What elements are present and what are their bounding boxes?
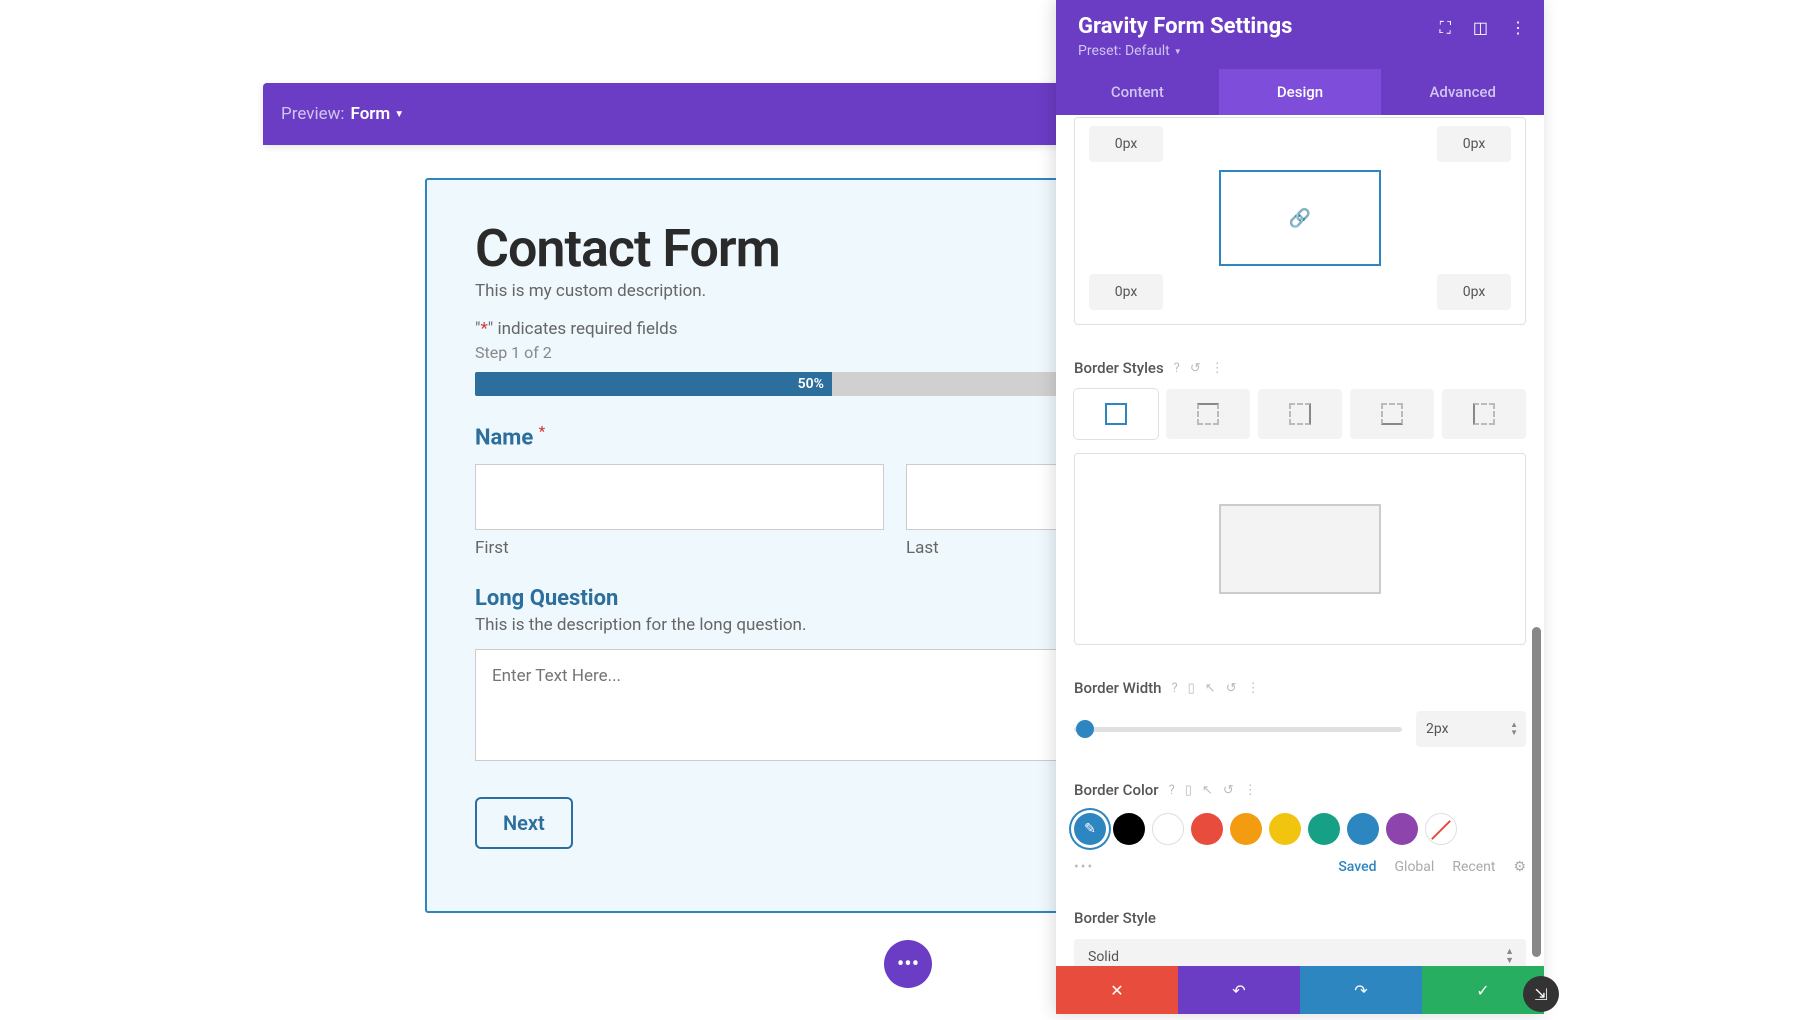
reset-icon[interactable]: ↺ bbox=[1223, 783, 1234, 798]
preview-form-dropdown[interactable]: Form ▼ bbox=[351, 104, 405, 124]
dots-icon: ••• bbox=[897, 952, 919, 977]
border-top-button[interactable] bbox=[1166, 389, 1250, 439]
chevron-down-icon: ▼ bbox=[1505, 957, 1514, 966]
border-right-button[interactable] bbox=[1258, 389, 1342, 439]
chevron-down-icon: ▼ bbox=[1174, 47, 1182, 56]
border-bottom-button[interactable] bbox=[1350, 389, 1434, 439]
mobile-icon[interactable]: ▯ bbox=[1185, 783, 1192, 798]
undo-icon: ↶ bbox=[1232, 981, 1245, 1000]
border-width-input[interactable]: 2px ▲▼ bbox=[1416, 711, 1526, 747]
first-sublabel: First bbox=[475, 538, 884, 558]
more-fab-button[interactable]: ••• bbox=[884, 940, 932, 988]
columns-icon[interactable]: ◫ bbox=[1473, 18, 1488, 38]
reset-icon[interactable]: ↺ bbox=[1226, 681, 1237, 696]
border-left-button[interactable] bbox=[1442, 389, 1526, 439]
border-all-button[interactable] bbox=[1074, 389, 1158, 439]
margin-preview: 🔗 bbox=[1219, 170, 1381, 266]
swatch-white[interactable] bbox=[1152, 813, 1184, 845]
first-name-input[interactable] bbox=[475, 464, 884, 530]
close-icon: ✕ bbox=[1110, 981, 1123, 1000]
more-icon[interactable]: ⋮ bbox=[1211, 361, 1224, 376]
margin-tr-input[interactable]: 0px bbox=[1437, 126, 1511, 162]
panel-body[interactable]: 0px 0px 🔗 0px 0px Border Styles ? ↺ ⋮ bbox=[1056, 115, 1544, 966]
border-styles-label: Border Styles bbox=[1074, 359, 1164, 377]
chevron-down-icon: ▼ bbox=[394, 109, 404, 120]
progress-percent: 50% bbox=[798, 376, 824, 392]
panel-tabs: Content Design Advanced bbox=[1056, 69, 1544, 115]
margin-control: 0px 0px 🔗 0px 0px bbox=[1074, 117, 1526, 325]
margin-tl-input[interactable]: 0px bbox=[1089, 126, 1163, 162]
more-icon[interactable]: ⋮ bbox=[1244, 783, 1257, 798]
preview-form-name: Form bbox=[351, 104, 391, 124]
swatch-purple[interactable] bbox=[1386, 813, 1418, 845]
scrollbar-thumb[interactable] bbox=[1532, 627, 1541, 957]
tab-design[interactable]: Design bbox=[1219, 69, 1382, 115]
swatch-blue[interactable] bbox=[1347, 813, 1379, 845]
expand-fab-button[interactable]: ⇲ bbox=[1523, 976, 1559, 1012]
border-style-label: Border Style bbox=[1074, 909, 1156, 927]
saved-tab[interactable]: Saved bbox=[1338, 859, 1376, 875]
expand-icon: ⇲ bbox=[1534, 985, 1547, 1004]
responsive-icon[interactable]: ⛶ bbox=[1440, 18, 1451, 38]
help-icon[interactable]: ? bbox=[1171, 681, 1177, 696]
link-icon[interactable]: 🔗 bbox=[1289, 208, 1311, 229]
color-picker-button[interactable]: ✎ bbox=[1074, 813, 1106, 845]
border-preview-box bbox=[1219, 504, 1381, 594]
border-color-label: Border Color bbox=[1074, 781, 1159, 799]
swatch-orange[interactable] bbox=[1230, 813, 1262, 845]
border-width-label: Border Width bbox=[1074, 679, 1161, 697]
asterisk-icon: * bbox=[539, 424, 545, 440]
mobile-icon[interactable]: ▯ bbox=[1188, 681, 1195, 696]
gear-icon[interactable]: ⚙ bbox=[1513, 859, 1526, 875]
color-swatches: ✎ bbox=[1074, 813, 1526, 845]
margin-br-input[interactable]: 0px bbox=[1437, 274, 1511, 310]
panel-header: Gravity Form Settings Preset: Default▼ ⛶… bbox=[1056, 0, 1544, 69]
help-icon[interactable]: ? bbox=[1174, 361, 1180, 376]
tab-content[interactable]: Content bbox=[1056, 69, 1219, 115]
more-colors-button[interactable]: ••• bbox=[1074, 859, 1094, 875]
slider-thumb[interactable] bbox=[1076, 720, 1094, 738]
next-button[interactable]: Next bbox=[475, 797, 573, 849]
chevron-down-icon[interactable]: ▼ bbox=[1510, 729, 1518, 737]
reset-icon[interactable]: ↺ bbox=[1190, 361, 1201, 376]
check-icon: ✓ bbox=[1476, 981, 1489, 1000]
redo-icon: ↷ bbox=[1354, 981, 1367, 1000]
swatch-green[interactable] bbox=[1308, 813, 1340, 845]
undo-button[interactable]: ↶ bbox=[1178, 966, 1300, 1014]
close-button[interactable]: ✕ bbox=[1056, 966, 1178, 1014]
help-icon[interactable]: ? bbox=[1169, 783, 1175, 798]
tab-advanced[interactable]: Advanced bbox=[1381, 69, 1544, 115]
swatch-none[interactable] bbox=[1425, 813, 1457, 845]
more-icon[interactable]: ⋮ bbox=[1510, 18, 1526, 38]
border-preview bbox=[1074, 453, 1526, 645]
swatch-red[interactable] bbox=[1191, 813, 1223, 845]
recent-tab[interactable]: Recent bbox=[1452, 859, 1495, 875]
asterisk-icon: * bbox=[480, 319, 487, 339]
swatch-black[interactable] bbox=[1113, 813, 1145, 845]
more-icon[interactable]: ⋮ bbox=[1247, 681, 1260, 696]
progress-fill: 50% bbox=[475, 372, 832, 396]
preset-dropdown[interactable]: Preset: Default▼ bbox=[1078, 43, 1522, 59]
border-style-select[interactable]: Solid ▲▼ bbox=[1074, 939, 1526, 966]
hover-icon[interactable]: ↖ bbox=[1202, 783, 1213, 798]
settings-panel: Gravity Form Settings Preset: Default▼ ⛶… bbox=[1056, 0, 1544, 1014]
panel-footer: ✕ ↶ ↷ ✓ bbox=[1056, 966, 1544, 1014]
border-style-grid bbox=[1074, 389, 1526, 439]
preview-label: Preview: bbox=[281, 104, 345, 124]
redo-button[interactable]: ↷ bbox=[1300, 966, 1422, 1014]
hover-icon[interactable]: ↖ bbox=[1205, 681, 1216, 696]
swatch-yellow[interactable] bbox=[1269, 813, 1301, 845]
margin-bl-input[interactable]: 0px bbox=[1089, 274, 1163, 310]
border-width-slider[interactable] bbox=[1074, 727, 1402, 732]
global-tab[interactable]: Global bbox=[1395, 859, 1435, 875]
